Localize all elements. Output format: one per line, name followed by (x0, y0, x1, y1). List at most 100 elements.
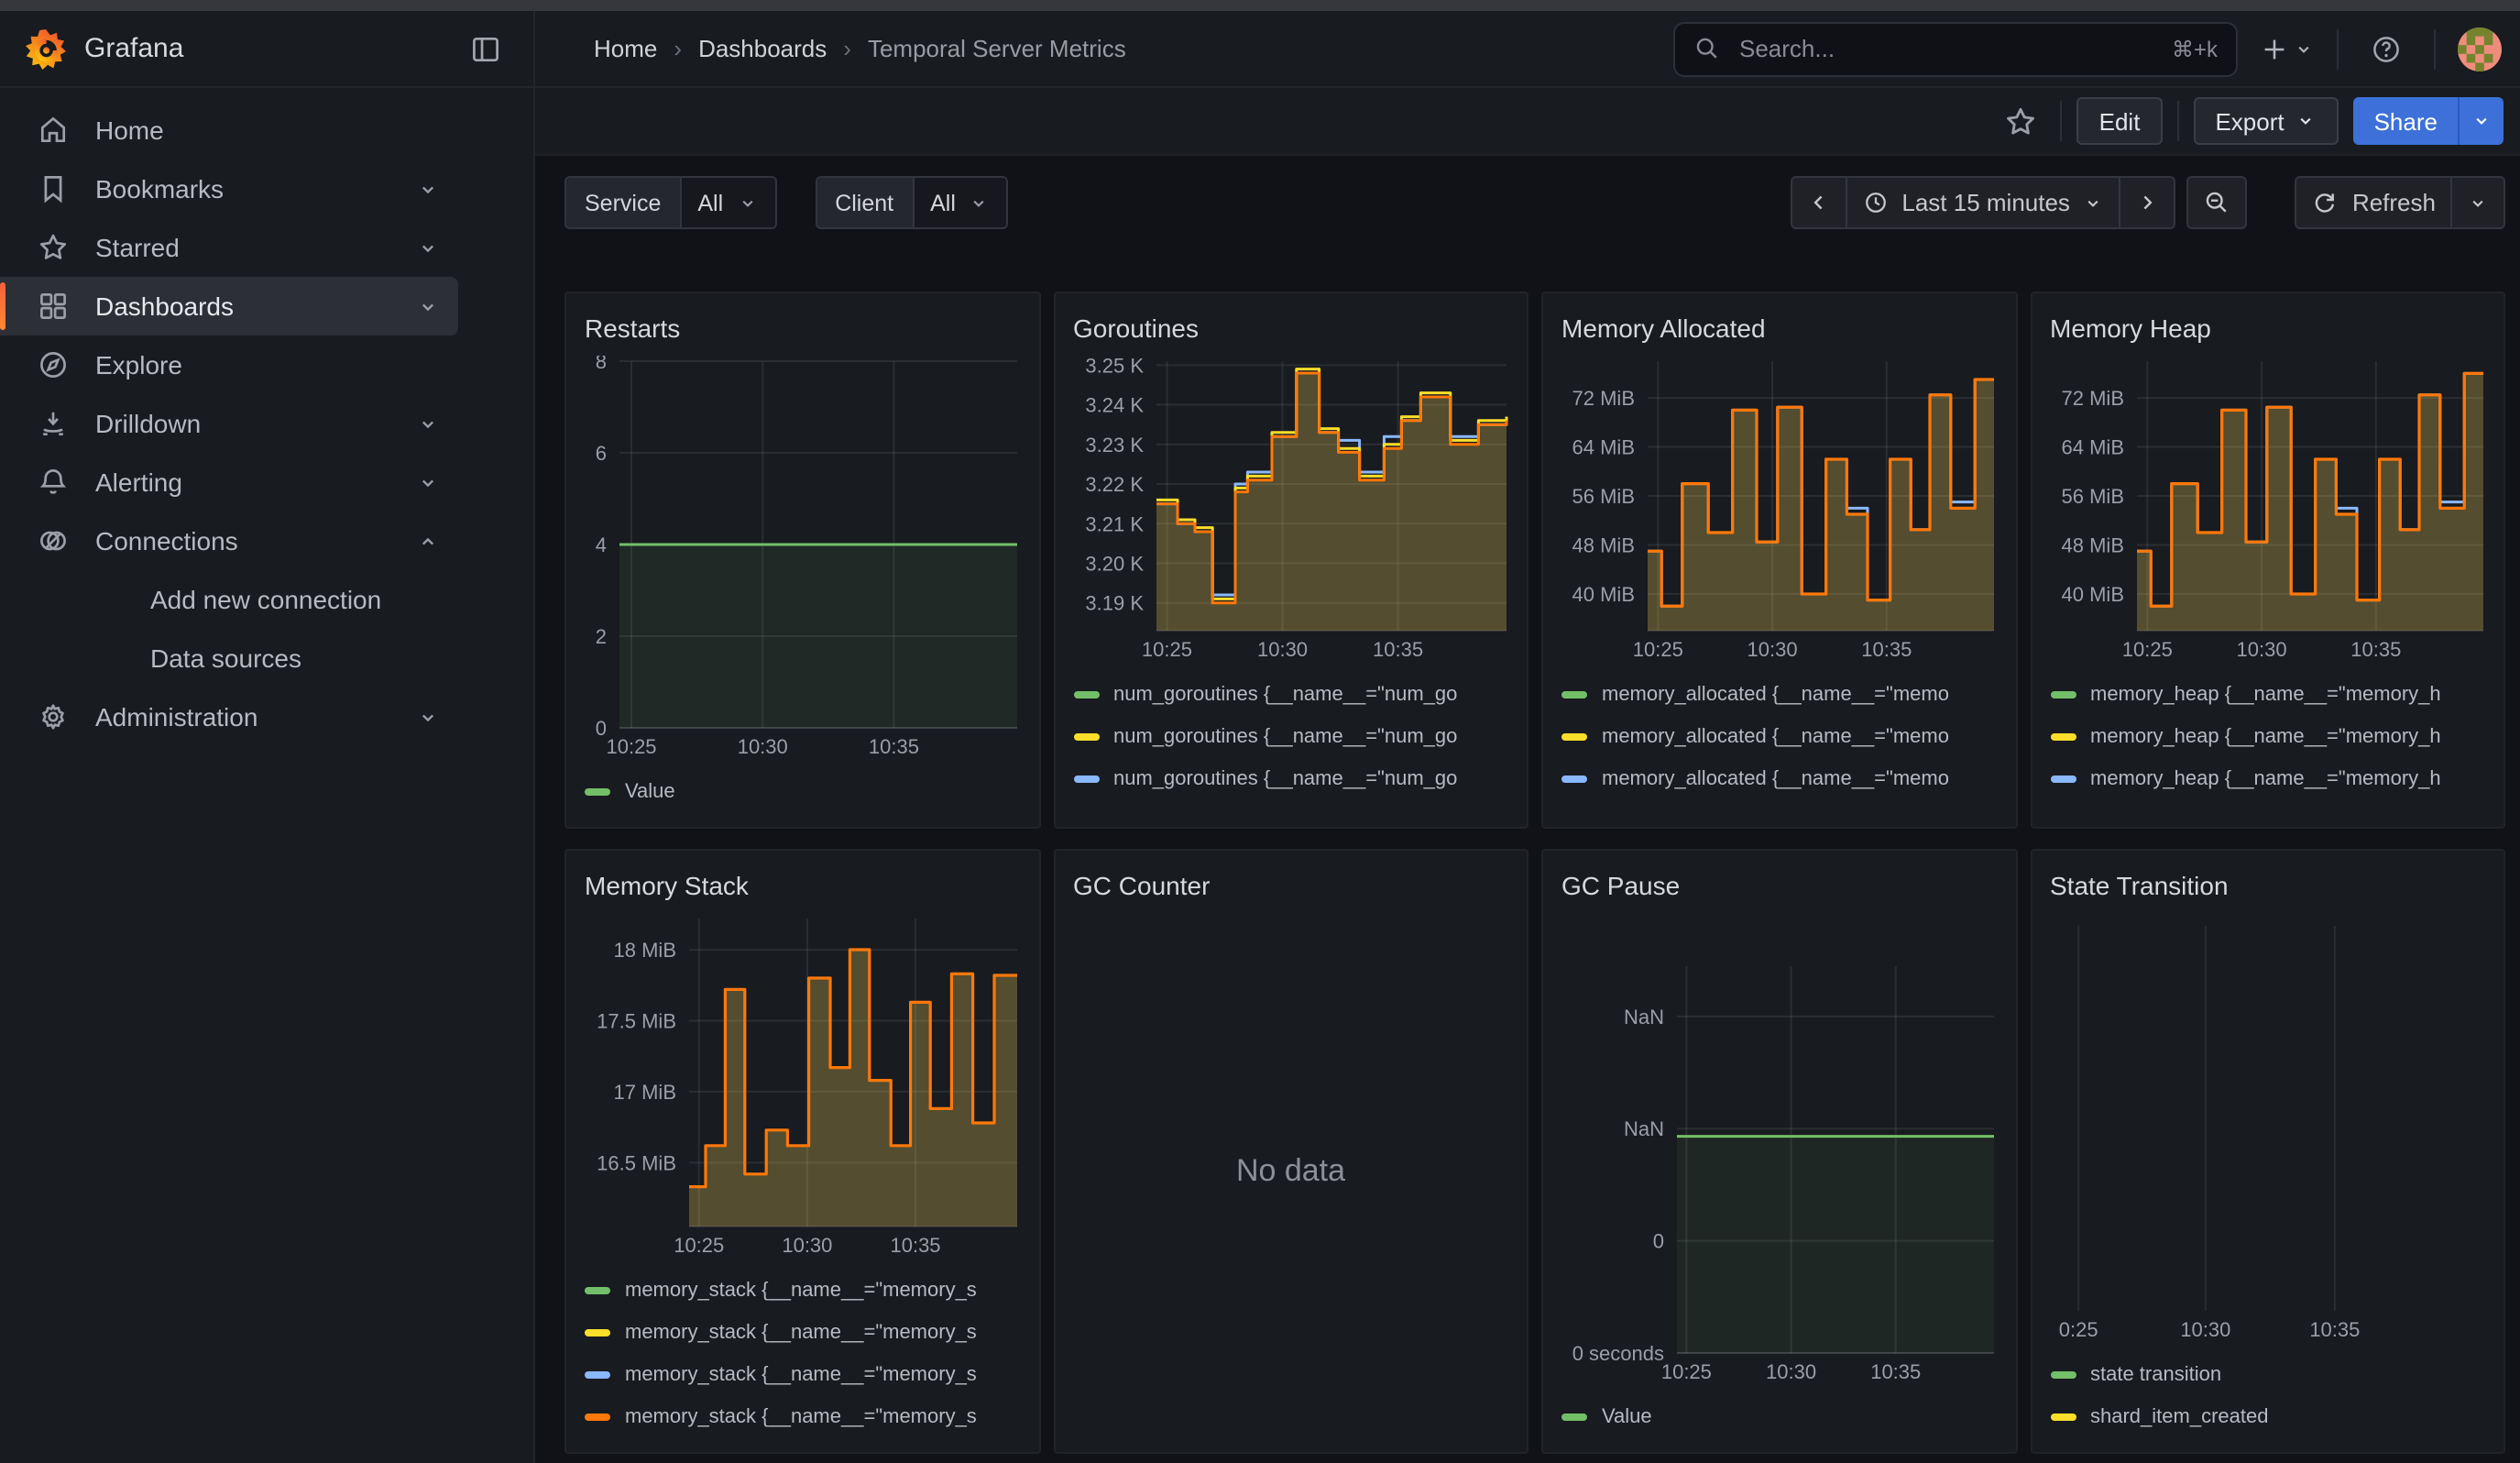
sidebar-item-administration[interactable]: Administration (0, 688, 458, 746)
breadcrumb-dashboards[interactable]: Dashboards (698, 35, 827, 62)
sidebar-collapse-icon[interactable] (460, 23, 511, 74)
panel-title[interactable]: Restarts (585, 308, 1020, 348)
legend-item[interactable]: Value (1561, 1395, 1997, 1437)
svg-text:17 MiB: 17 MiB (614, 1081, 676, 1104)
panel-title[interactable]: Memory Heap (2050, 308, 2485, 348)
legend-item[interactable]: shard_item_created (2050, 1395, 2485, 1437)
sidebar-item-home[interactable]: Home (0, 101, 458, 160)
legend-item[interactable]: memory_allocated {__name__="memo (1561, 673, 1997, 715)
chart-memory-heap[interactable]: 10:2510:3010:3572 MiB64 MiB56 MiB48 MiB4… (2050, 356, 2485, 662)
chevron-down-icon[interactable] (416, 177, 440, 201)
chevron-down-icon (969, 192, 991, 214)
legend-item[interactable]: memory_stack {__name__="memory_s (585, 1311, 1020, 1353)
chart-memory-allocated[interactable]: 10:2510:3010:3572 MiB64 MiB56 MiB48 MiB4… (1561, 356, 1997, 662)
chevron-up-icon[interactable] (416, 529, 440, 553)
service-filter-value: All (697, 190, 723, 215)
sidebar-item-bookmarks[interactable]: Bookmarks (0, 160, 458, 218)
clock-icon (1861, 189, 1889, 216)
sidebar-item-data-sources[interactable]: Data sources (0, 629, 458, 688)
panel-title[interactable]: GC Counter (1073, 865, 1508, 906)
user-avatar[interactable] (2458, 27, 2502, 71)
legend-item[interactable]: memory_heap {__name__="memory_h (2050, 673, 2485, 715)
chart-gc-pause[interactable]: 10:2510:3010:35NaNNaN00 seconds (1561, 961, 1997, 1384)
sidebar-item-starred[interactable]: Starred (0, 218, 458, 277)
legend: state transitionshard_item_created (2050, 1353, 2485, 1437)
legend-item[interactable]: memory_stack {__name__="memory_s (585, 1269, 1020, 1311)
legend-label: num_goroutines {__name__="num_go (1113, 809, 1457, 812)
legend: Value (1561, 1395, 1997, 1437)
chevron-down-icon[interactable] (416, 236, 440, 259)
refresh-interval-button[interactable] (2452, 176, 2505, 229)
legend-item[interactable]: memory_stack {__name__="memory_s (585, 1395, 1020, 1437)
legend-swatch (585, 1370, 610, 1378)
time-shift-back-button[interactable] (1790, 176, 1846, 229)
export-button[interactable]: Export (2193, 97, 2339, 145)
chart-memory-stack[interactable]: 10:2510:3010:3518 MiB17.5 MiB17 MiB16.5 … (585, 913, 1020, 1258)
svg-text:10:35: 10:35 (1861, 638, 1912, 661)
edit-button[interactable]: Edit (2077, 97, 2163, 145)
panel-state-transition: State Transition 0:2510:3010:35 state tran… (2030, 849, 2505, 1454)
star-dashboard-button[interactable] (1995, 95, 2046, 147)
svg-text:64 MiB: 64 MiB (2061, 436, 2123, 459)
legend-item[interactable]: memory_allocated {__name__="memo (1561, 757, 1997, 799)
legend-item[interactable]: memory_heap {__name__="memory_h (2050, 757, 2485, 799)
time-shift-forward-button[interactable] (2121, 176, 2176, 229)
add-menu-button[interactable] (2260, 34, 2315, 63)
zoom-out-button[interactable] (2187, 176, 2248, 229)
sidebar-item-label: Home (95, 116, 440, 145)
legend-item[interactable]: num_goroutines {__name__="num_go (1073, 757, 1508, 799)
chart-goroutines[interactable]: 10:2510:3010:353.25 K3.24 K3.23 K3.22 K3… (1073, 356, 1508, 662)
refresh-icon (2312, 189, 2339, 216)
legend-swatch (585, 787, 610, 795)
chevron-left-icon (1806, 191, 1830, 214)
sidebar-item-connections[interactable]: Connections (0, 512, 458, 570)
legend-item[interactable]: Value (585, 770, 1020, 812)
svg-text:10:30: 10:30 (1256, 638, 1307, 661)
service-filter[interactable]: Service All (564, 176, 776, 229)
legend-item[interactable]: num_goroutines {__name__="num_go (1073, 715, 1508, 757)
help-button[interactable] (2361, 23, 2412, 74)
panel-title[interactable]: State Transition (2050, 865, 2485, 906)
panel-title[interactable]: Memory Allocated (1561, 308, 1997, 348)
svg-text:6: 6 (596, 442, 607, 465)
time-range-picker[interactable]: Last 15 minutes (1846, 176, 2121, 229)
breadcrumb-home[interactable]: Home (594, 35, 657, 62)
share-split-button: Share (2354, 97, 2504, 145)
legend-swatch (585, 1328, 610, 1336)
client-filter[interactable]: Client All (815, 176, 1009, 229)
legend-label: memory_heap {__name__="memory_h (2090, 725, 2441, 747)
legend-item[interactable]: memory_allocated {__name__="memo (1561, 799, 1997, 812)
chevron-down-icon[interactable] (416, 470, 440, 494)
panel-title[interactable]: GC Pause (1561, 865, 1997, 906)
legend-item[interactable]: memory_stack {__name__="memory_s (585, 1353, 1020, 1395)
panel-memory-heap: Memory Heap 10:2510:3010:3572 MiB64 MiB56… (2030, 292, 2505, 829)
legend-swatch (2050, 1413, 2076, 1420)
legend-item[interactable]: state transition (2050, 1353, 2485, 1395)
search-box[interactable]: ⌘+k (1673, 21, 2238, 76)
refresh-button[interactable]: Refresh (2295, 176, 2452, 229)
sidebar-item-drilldown[interactable]: Drilldown (0, 394, 458, 453)
sidebar-item-alerting[interactable]: Alerting (0, 453, 458, 512)
breadcrumb-current: Temporal Server Metrics (868, 35, 1126, 62)
chart-restarts[interactable]: 10:2510:3010:3586420 (585, 356, 1020, 759)
sidebar-item-add-new-connection[interactable]: Add new connection (0, 570, 458, 629)
sidebar-item-explore[interactable]: Explore (0, 336, 458, 394)
legend-item[interactable]: memory_heap {__name__="memory_h (2050, 799, 2485, 812)
sidebar-item-dashboards[interactable]: Dashboards (0, 277, 458, 336)
legend-label: memory_stack {__name__="memory_s (625, 1405, 977, 1427)
search-input[interactable] (1736, 33, 2157, 64)
share-button[interactable]: Share (2354, 97, 2458, 145)
share-menu-button[interactable] (2458, 97, 2504, 145)
legend-item[interactable]: memory_allocated {__name__="memo (1561, 715, 1997, 757)
legend-item[interactable]: memory_heap {__name__="memory_h (2050, 715, 2485, 757)
chevron-down-icon[interactable] (416, 294, 440, 318)
legend-label: memory_heap {__name__="memory_h (2090, 767, 2441, 789)
legend-item[interactable]: num_goroutines {__name__="num_go (1073, 673, 1508, 715)
svg-text:10:35: 10:35 (890, 1234, 940, 1257)
legend-item[interactable]: num_goroutines {__name__="num_go (1073, 799, 1508, 812)
chevron-down-icon[interactable] (416, 705, 440, 729)
panel-title[interactable]: Memory Stack (585, 865, 1020, 906)
panel-title[interactable]: Goroutines (1073, 308, 1508, 348)
chart-state-transition[interactable]: 0:2510:3010:35 (2050, 920, 2485, 1342)
chevron-down-icon[interactable] (416, 412, 440, 435)
